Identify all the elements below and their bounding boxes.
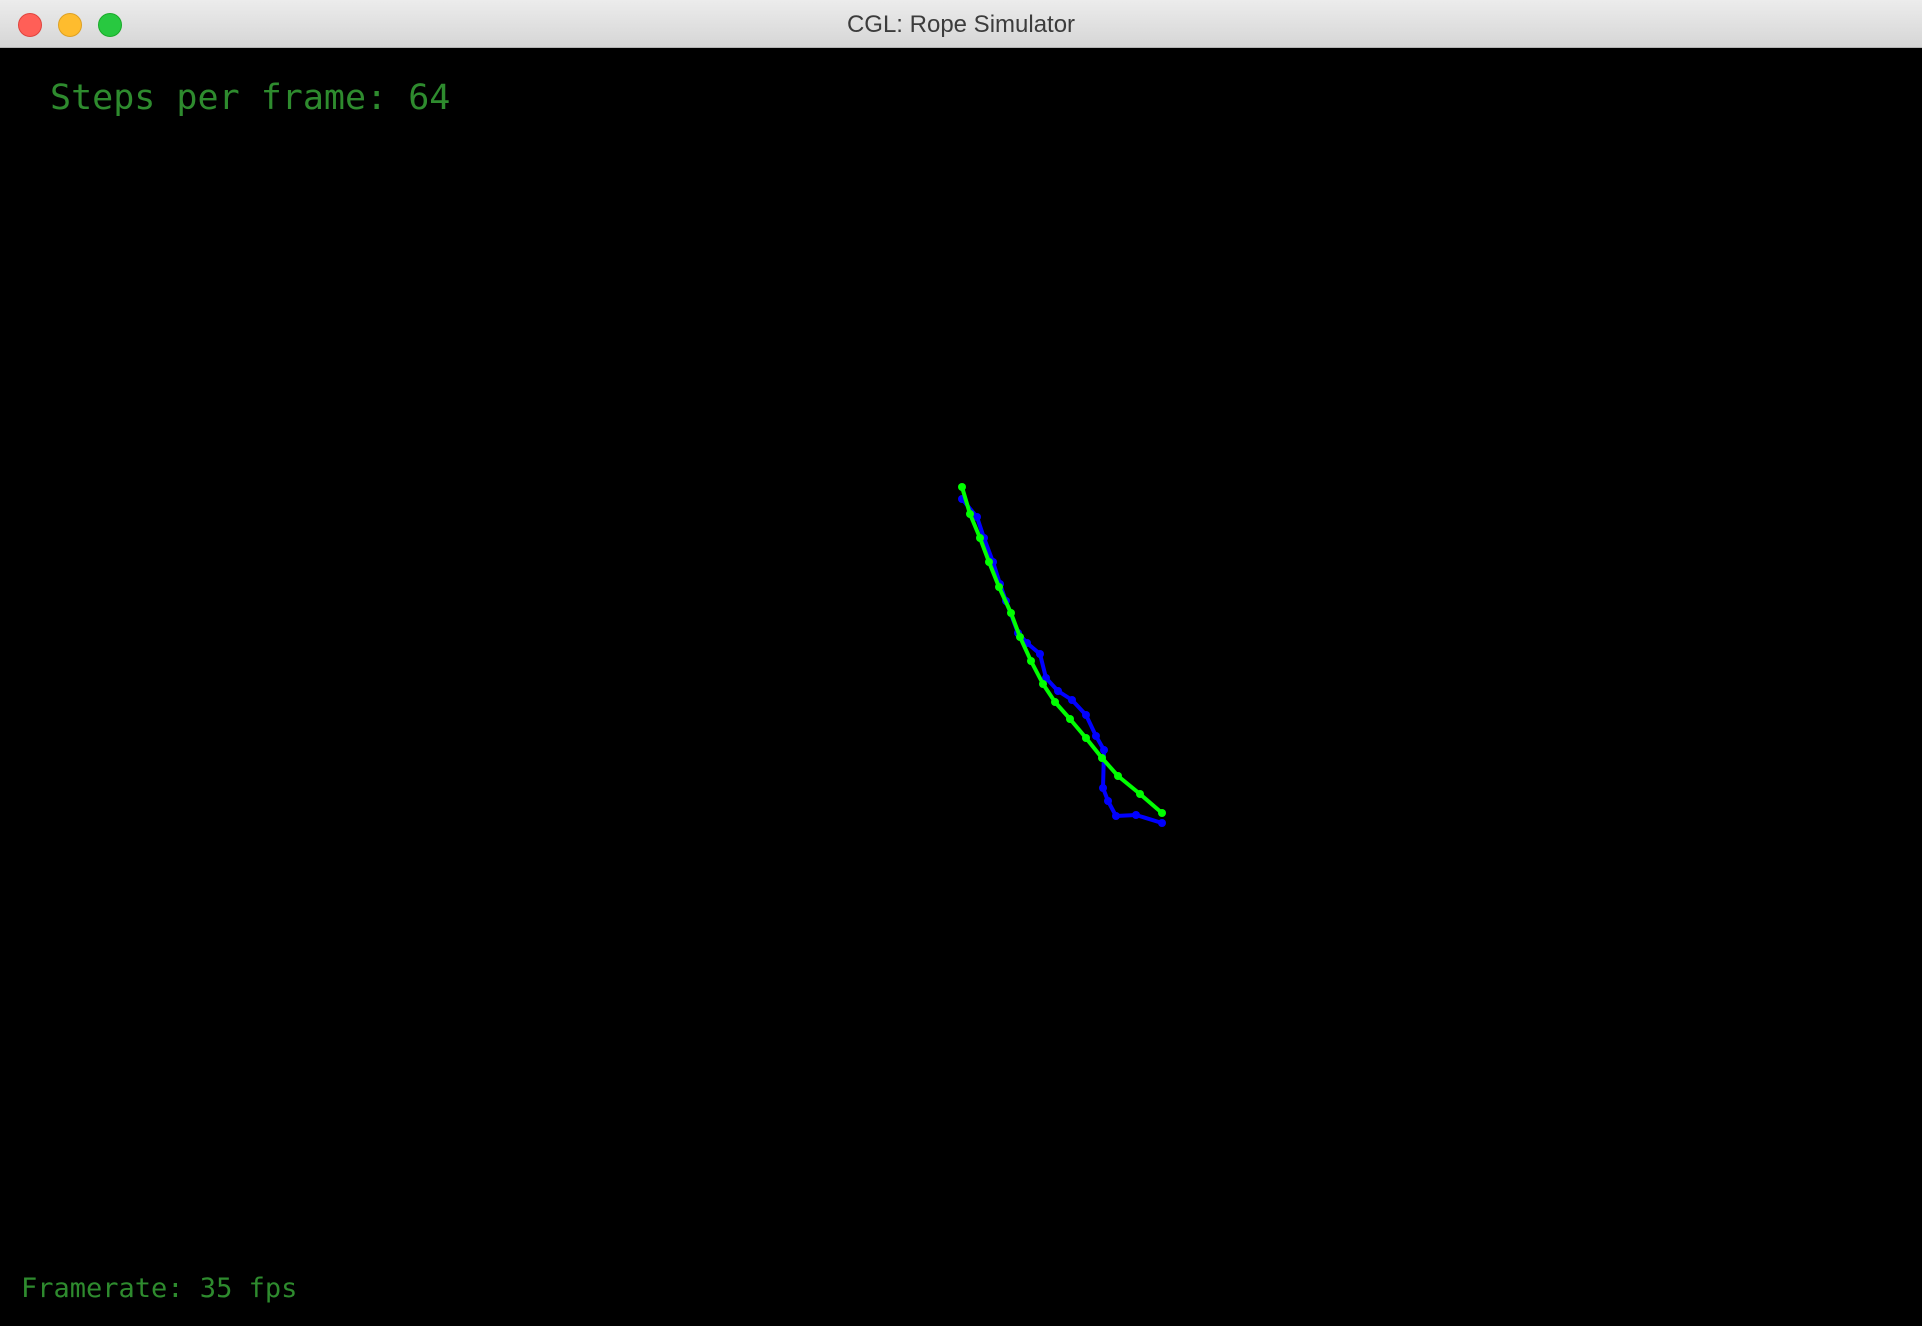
blue-rope-mass-point	[1082, 711, 1090, 719]
framerate-label: Framerate: 35 fps	[21, 1273, 298, 1304]
green-rope-mass-point	[995, 583, 1003, 591]
green-rope	[958, 483, 1166, 817]
blue-rope-mass-point	[1104, 797, 1112, 805]
blue-rope-mass-point	[1100, 746, 1108, 754]
green-rope-mass-point	[1039, 680, 1047, 688]
green-rope-mass-point	[1158, 809, 1166, 817]
blue-rope-mass-point	[1158, 819, 1166, 827]
blue-rope-mass-point	[1054, 687, 1062, 695]
blue-rope-segment-line	[960, 497, 1163, 825]
green-rope-mass-point	[976, 534, 984, 542]
window-title: CGL: Rope Simulator	[846, 11, 1076, 38]
green-rope-mass-point	[1066, 715, 1074, 723]
app-window: CGL: Rope Simulator Steps per frame: 64 …	[0, 0, 1922, 1326]
green-rope-mass-point	[966, 510, 974, 518]
green-rope-segment-line	[960, 486, 1164, 815]
green-rope-mass-point	[1082, 734, 1090, 742]
blue-rope-mass-point	[1068, 696, 1076, 704]
blue-rope-mass-point	[1036, 650, 1044, 658]
green-rope-mass-point	[1027, 657, 1035, 665]
green-rope-mass-point	[985, 558, 993, 566]
blue-rope-mass-point	[1132, 811, 1140, 819]
green-rope-mass-point	[1051, 698, 1059, 706]
blue-rope-mass-point	[1099, 784, 1107, 792]
green-rope-mass-point	[1136, 790, 1144, 798]
simulation-viewport[interactable]: Steps per frame: 64 Framerate: 35 fps	[0, 48, 1922, 1326]
green-rope-mass-point	[958, 483, 966, 491]
green-rope-mass-point	[1098, 754, 1106, 762]
title-bar[interactable]: CGL: Rope Simulator	[0, 0, 1922, 48]
green-rope-mass-point	[1114, 772, 1122, 780]
green-rope-mass-point	[1007, 609, 1015, 617]
rope-scene	[958, 483, 1166, 827]
steps-per-frame-label: Steps per frame: 64	[50, 78, 451, 118]
green-rope-mass-point	[1016, 633, 1024, 641]
blue-rope-mass-point	[1092, 732, 1100, 740]
blue-rope	[958, 495, 1166, 827]
blue-rope-mass-point	[1112, 812, 1120, 820]
